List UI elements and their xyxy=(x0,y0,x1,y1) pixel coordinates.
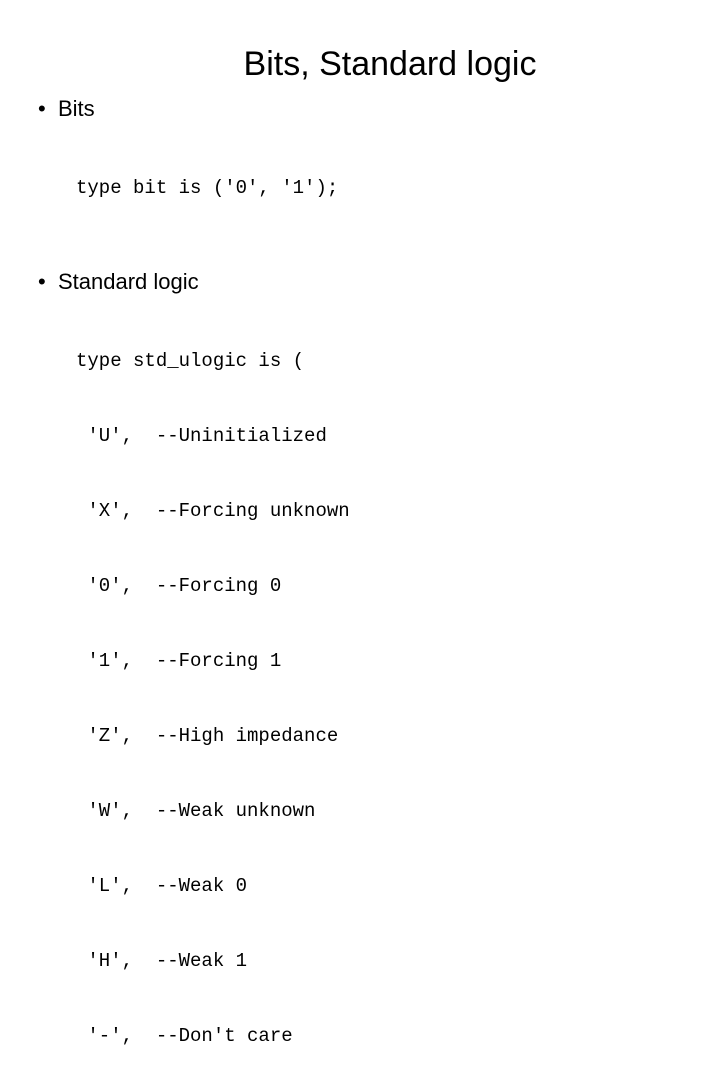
bullet-item-standard-logic: • Standard logic xyxy=(38,267,698,297)
code-line: 'Z', --High impedance xyxy=(76,725,339,747)
bullet-marker-icon: • xyxy=(38,269,46,294)
code-block-standard-logic: type std_ulogic is ( 'U', --Uninitialize… xyxy=(38,299,698,1080)
code-line: type std_ulogic is ( xyxy=(76,350,305,372)
code-line: '1', --Forcing 1 xyxy=(76,650,282,672)
bullet-marker-icon: • xyxy=(38,96,46,121)
bullet-label: Bits xyxy=(58,96,95,121)
code-line: 'X', --Forcing unknown xyxy=(76,500,350,522)
code-line: 'W', --Weak unknown xyxy=(76,800,316,822)
code-line: '-', --Don't care xyxy=(76,1025,293,1047)
bullet-label: Standard logic xyxy=(58,269,199,294)
code-line: type bit is ('0', '1'); xyxy=(76,177,339,199)
page-title: Bits, Standard logic xyxy=(243,45,537,83)
bullet-item-bits: • Bits xyxy=(38,94,698,124)
code-line: 'H', --Weak 1 xyxy=(76,950,248,972)
code-line: 'L', --Weak 0 xyxy=(76,875,248,897)
code-line: '0', --Forcing 0 xyxy=(76,575,282,597)
slide: Bits, Standard logic • Bits type bit is … xyxy=(0,0,720,1047)
slide-body: • Bits type bit is ('0', '1'); • Standar… xyxy=(38,94,698,1080)
code-line: 'U', --Uninitialized xyxy=(76,425,327,447)
code-block-bits: type bit is ('0', '1'); xyxy=(38,126,698,251)
